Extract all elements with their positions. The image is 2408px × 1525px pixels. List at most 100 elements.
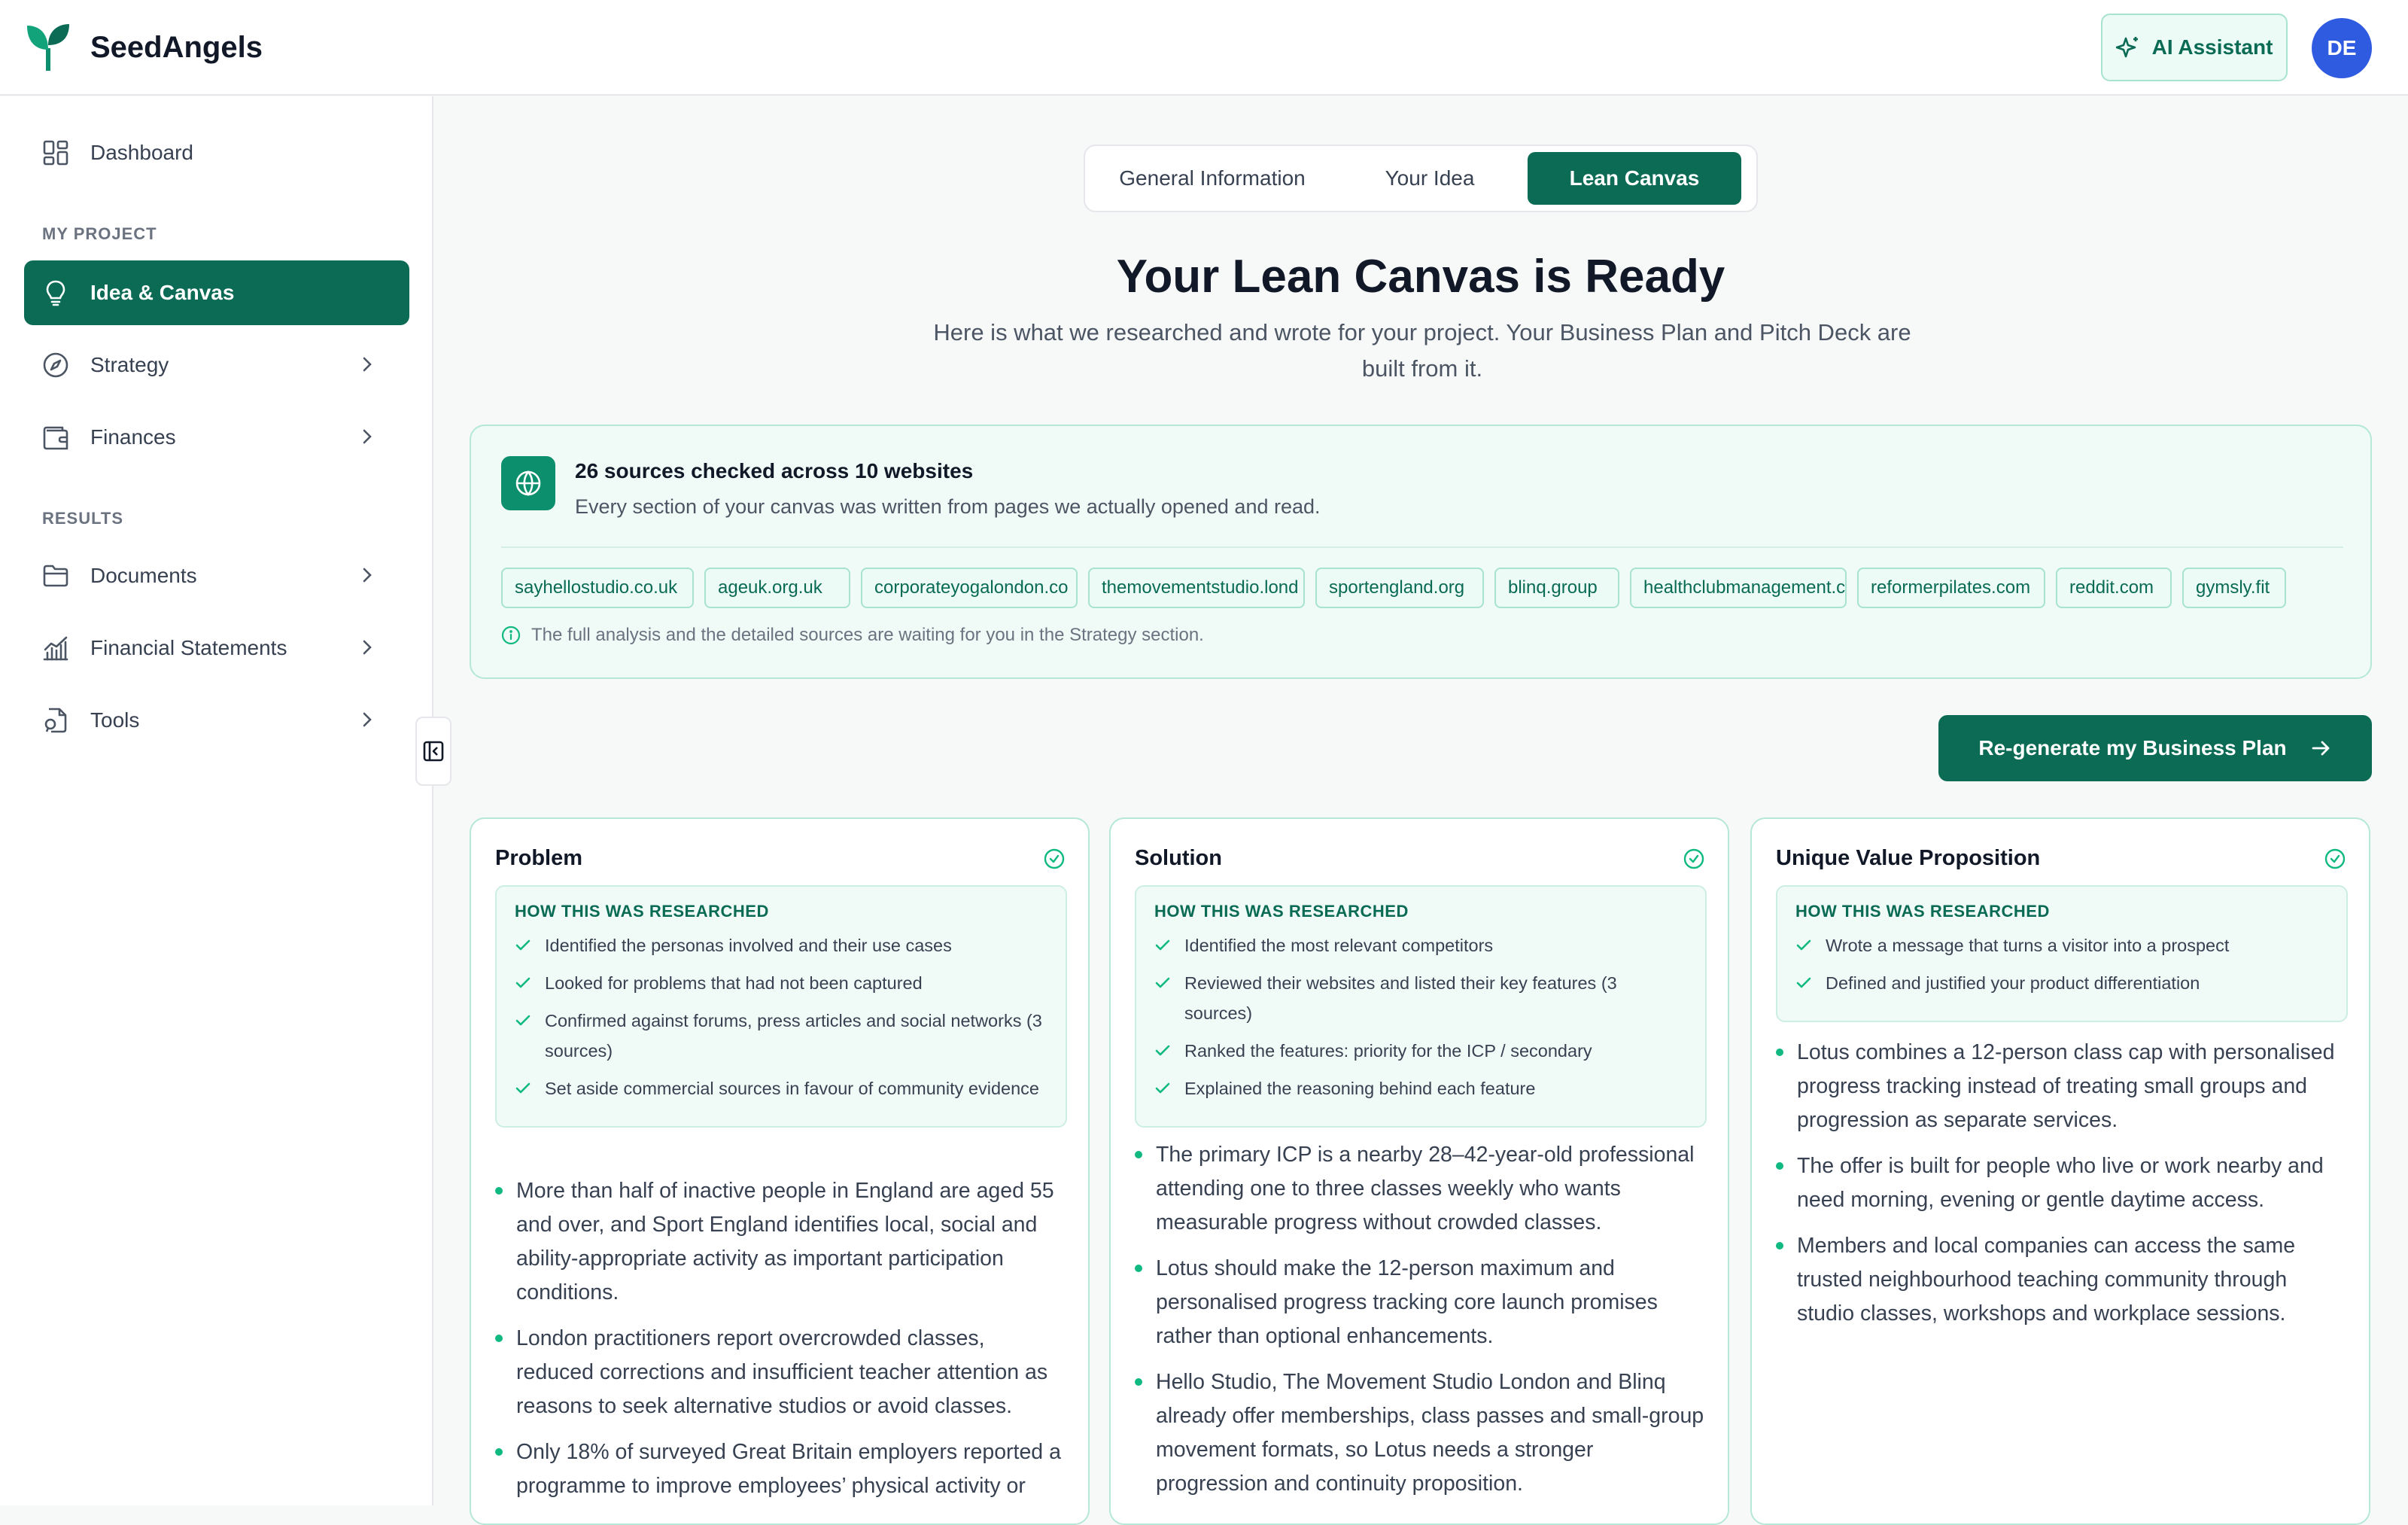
sources-note: The full analysis and the detailed sourc…	[501, 625, 1204, 646]
section-label-my-project: MY PROJECT	[42, 224, 157, 243]
bullet-text: Lotus combines a 12-person class cap wit…	[1797, 1040, 2335, 1132]
panel-collapse-icon	[423, 741, 444, 762]
chevron-right-icon	[363, 568, 372, 583]
research-item-text: Looked for problems that had not been ca…	[545, 973, 923, 993]
ai-assistant-button[interactable]: AI Assistant	[2101, 14, 2288, 81]
canvas-card-problem: Problem HOW THIS WAS RESEARCHED Identifi…	[470, 817, 1090, 1525]
research-item: Defined and justified your product diffe…	[1795, 968, 2328, 998]
tab-general-information[interactable]: General Information	[1093, 152, 1332, 205]
chevron-right-icon	[363, 429, 372, 444]
wallet-icon	[43, 426, 68, 450]
bullet-dot	[495, 1187, 503, 1195]
sources-note-text: The full analysis and the detailed sourc…	[531, 625, 1204, 645]
bullet-text: Members and local companies can access t…	[1797, 1234, 2296, 1326]
source-chip[interactable]: corporateyogalondon.co	[861, 568, 1078, 608]
card-bullets: More than half of inactive people in Eng…	[495, 1174, 1067, 1515]
tab-your-idea[interactable]: Your Idea	[1332, 152, 1528, 205]
check-circle-icon	[2324, 848, 2346, 869]
list-item: Members and local companies can access t…	[1776, 1229, 2348, 1331]
list-item: More than half of inactive people in Eng…	[495, 1174, 1067, 1310]
tools-icon	[44, 708, 67, 733]
sidebar-item-label: Documents	[90, 564, 197, 587]
research-item: Explained the reasoning behind each feat…	[1154, 1073, 1687, 1103]
avatar-initials: DE	[2327, 36, 2357, 59]
research-item: Ranked the features: priority for the IC…	[1154, 1036, 1687, 1066]
sidebar-item-label: Finances	[90, 425, 176, 449]
collapse-sidebar-button[interactable]	[415, 717, 451, 786]
sidebar-item-documents[interactable]: Documents	[24, 543, 409, 608]
list-item: The primary ICP is a nearby 28–42-year-o…	[1135, 1138, 1707, 1240]
bullet-text: Lotus should make the 12-person maximum …	[1156, 1256, 1658, 1348]
sidebar-item-label: Strategy	[90, 353, 169, 376]
project-tabs: General Information Your Idea Lean Canva…	[1084, 145, 1758, 212]
check-icon	[515, 939, 531, 951]
bullet-dot	[495, 1335, 503, 1342]
bullet-dot	[1776, 1162, 1783, 1170]
regenerate-business-plan-button[interactable]: Re-generate my Business Plan	[1938, 715, 2372, 781]
list-item: London practitioners report overcrowded …	[495, 1322, 1067, 1423]
source-chip[interactable]: sportengland.org	[1315, 568, 1484, 608]
check-circle-icon	[1683, 848, 1704, 869]
research-heading: HOW THIS WAS RESEARCHED	[515, 902, 769, 921]
logo[interactable]: SeedAngels	[26, 23, 263, 72]
source-chip[interactable]: ageuk.org.uk	[704, 568, 850, 608]
top-bar: SeedAngels AI Assistant DE	[0, 0, 2408, 96]
check-icon	[1796, 939, 1811, 951]
avatar[interactable]: DE	[2312, 18, 2372, 78]
source-chip[interactable]: reddit.com	[2056, 568, 2172, 608]
lightbulb-icon	[46, 280, 65, 306]
research-box: HOW THIS WAS RESEARCHED Wrote a message …	[1776, 885, 2348, 1022]
page-subtitle: Here is what we researched and wrote for…	[933, 319, 1911, 382]
tab-lean-canvas[interactable]: Lean Canvas	[1528, 152, 1741, 205]
check-icon	[1155, 1082, 1170, 1094]
chevron-right-icon	[363, 640, 372, 655]
bullet-dot	[1776, 1049, 1783, 1056]
source-chip[interactable]: themovementstudio.lond	[1088, 568, 1305, 608]
research-item: Wrote a message that turns a visitor int…	[1795, 930, 2328, 960]
source-chip[interactable]: sayhellostudio.co.uk	[501, 568, 694, 608]
divider	[501, 546, 2343, 548]
ai-assistant-label: AI Assistant	[2151, 35, 2273, 59]
research-item: Looked for problems that had not been ca…	[515, 968, 1047, 998]
source-chip[interactable]: blinq.group	[1494, 568, 1619, 608]
bullet-text: The offer is built for people who live o…	[1797, 1154, 2324, 1212]
list-item: Hello Studio, The Movement Studio London…	[1135, 1365, 1707, 1501]
sidebar-item-strategy[interactable]: Strategy	[24, 333, 409, 397]
sidebar-item-tools[interactable]: Tools	[24, 688, 409, 753]
research-item-text: Confirmed against forums, press articles…	[545, 1011, 1042, 1061]
sidebar-item-idea-canvas[interactable]: Idea & Canvas	[24, 260, 409, 325]
source-chip[interactable]: healthclubmanagement.c	[1630, 568, 1847, 608]
info-icon	[501, 626, 521, 645]
bullet-text: The primary ICP is a nearby 28–42-year-o…	[1156, 1143, 1695, 1234]
research-item-text: Ranked the features: priority for the IC…	[1184, 1041, 1592, 1061]
bullet-dot	[1135, 1151, 1142, 1158]
check-icon	[515, 1082, 531, 1094]
check-icon	[1155, 977, 1170, 988]
research-item-text: Defined and justified your product diffe…	[1826, 973, 2200, 993]
list-item: The offer is built for people who live o…	[1776, 1149, 2348, 1217]
sidebar-item-financial-statements[interactable]: Financial Statements	[24, 616, 409, 680]
check-icon	[1155, 939, 1170, 951]
source-chips: sayhellostudio.co.uk ageuk.org.uk corpor…	[501, 568, 2286, 608]
research-item-text: Set aside commercial sources in favour o…	[545, 1079, 1039, 1098]
check-icon	[1155, 1045, 1170, 1056]
source-chip[interactable]: gymsly.fit	[2182, 568, 2286, 608]
bullet-dot	[495, 1448, 503, 1456]
research-item-text: Identified the most relevant competitors	[1184, 936, 1494, 955]
compass-icon	[43, 352, 68, 378]
check-icon	[515, 977, 531, 988]
source-chip[interactable]: reformerpilates.com	[1857, 568, 2045, 608]
research-item: Confirmed against forums, press articles…	[515, 1006, 1047, 1066]
card-title: Solution	[1135, 846, 1222, 870]
sidebar-item-dashboard[interactable]: Dashboard	[24, 120, 409, 185]
sources-subtitle: Every section of your canvas was written…	[575, 495, 1321, 518]
sidebar-item-finances[interactable]: Finances	[24, 405, 409, 470]
list-item: Only 18% of surveyed Great Britain emplo…	[495, 1435, 1067, 1503]
sidebar-item-label: Dashboard	[90, 141, 193, 164]
sidebar-item-label: Financial Statements	[90, 636, 287, 659]
research-item-text: Wrote a message that turns a visitor int…	[1826, 936, 2230, 955]
globe-badge	[501, 456, 555, 510]
research-item-text: Identified the personas involved and the…	[545, 936, 952, 955]
globe-icon	[515, 470, 541, 496]
sources-title: 26 sources checked across 10 websites	[575, 459, 974, 482]
